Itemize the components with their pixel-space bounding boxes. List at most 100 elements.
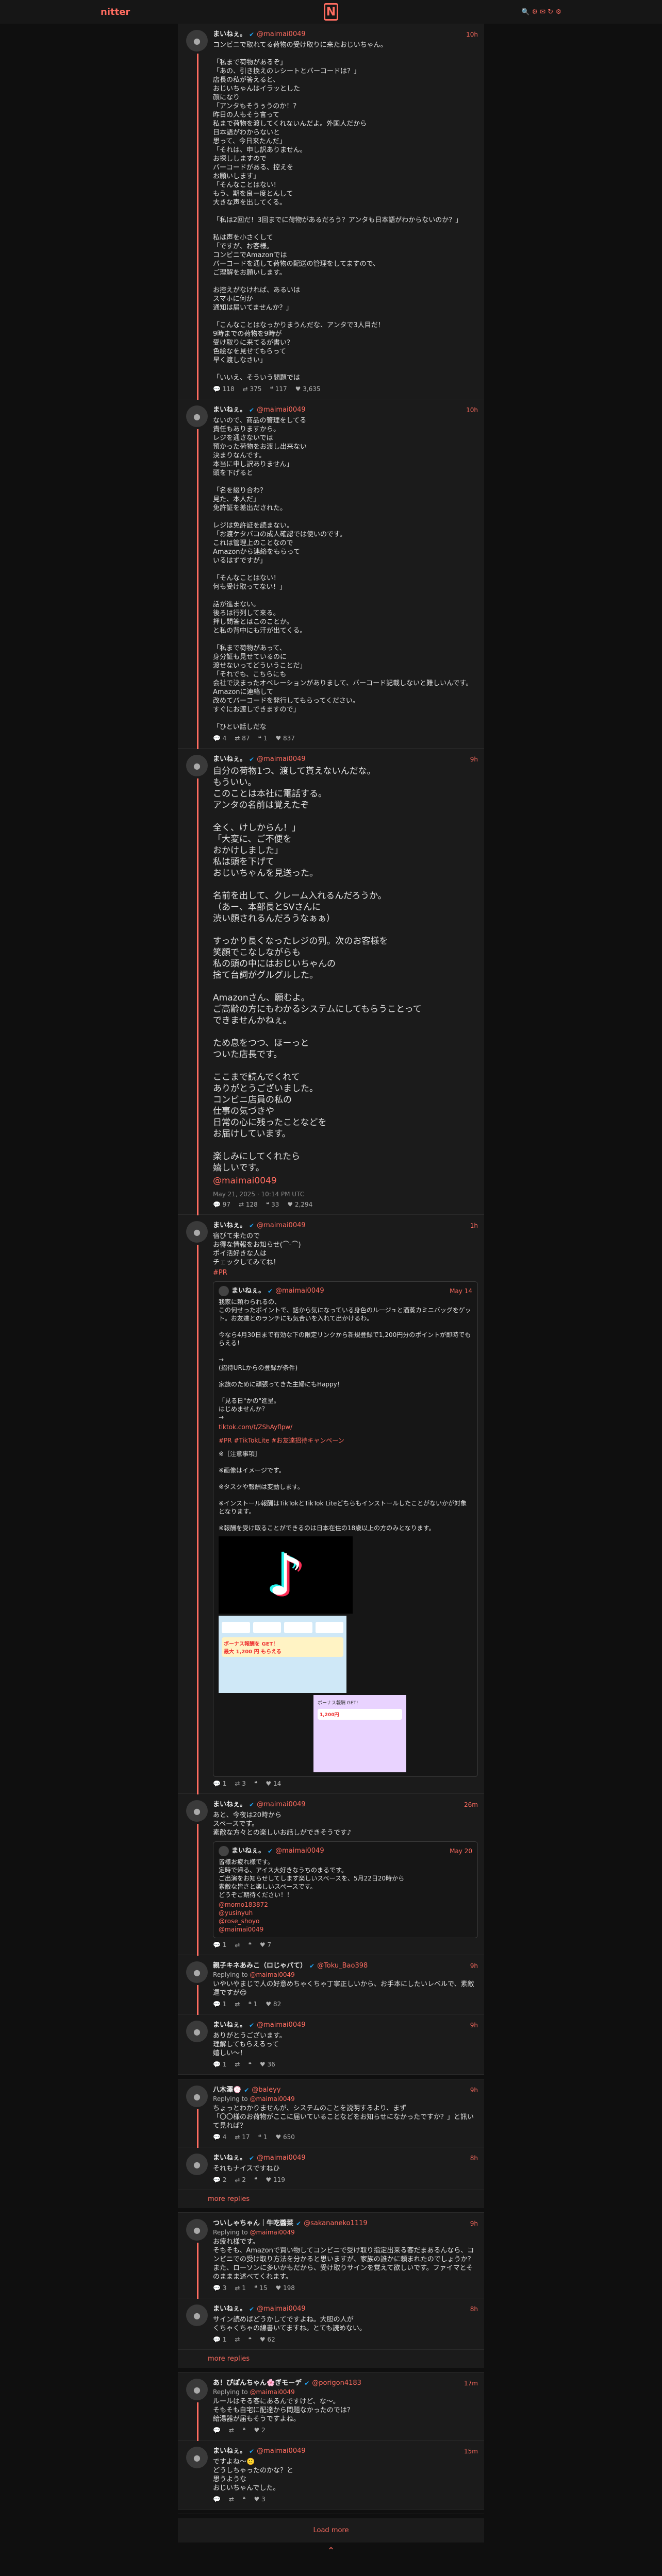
avatar[interactable]: ●	[186, 1961, 208, 1983]
tweet-time[interactable]: May 14	[450, 1286, 472, 1296]
stat-item[interactable]: ❝ 33	[266, 1201, 279, 1208]
stat-item[interactable]: ♥ 2	[254, 2427, 265, 2434]
replying-to-link[interactable]: @maimai0049	[250, 2388, 294, 2396]
display-name[interactable]: まいねぇ。	[213, 755, 246, 764]
tweet-time[interactable]: 9h	[470, 1961, 478, 1971]
stat-item[interactable]: ❝	[248, 2061, 251, 2068]
tweet[interactable]: ● まいねぇ。 ✔ @maimai0049 9h 自分の荷物1つ、渡して貰えないんだな。 …	[178, 749, 484, 1215]
tweet[interactable]: ● まいねぇ。 ✔ @maimai0049 1h 宿びて来たので お得な情報をお知らせ(⌒…	[178, 1215, 484, 1794]
stat-item[interactable]: ♥ 119	[266, 2176, 285, 2183]
avatar[interactable]: ●	[186, 755, 208, 776]
stat-item[interactable]: ♥ 3	[254, 2496, 265, 2503]
brand-link[interactable]: nitter	[101, 7, 130, 18]
reply-tweet[interactable]: ● あ！ぴぽんちゃん🌸ぎモーデ ✔ @porigon4183 17m Replying t…	[178, 2372, 484, 2441]
display-name[interactable]: あ！ぴぽんちゃん🌸ぎモーデ	[213, 2379, 302, 2388]
tweet-time[interactable]: 9h	[470, 2219, 478, 2228]
tweet-time[interactable]: 8h	[470, 2154, 478, 2163]
stat-item[interactable]: ♥ 7	[260, 1941, 271, 1948]
tweet[interactable]: ● まいねぇ。 ✔ @maimai0049 10h コンビニで取れてる荷物の受け取りに来た…	[178, 24, 484, 400]
stat-item[interactable]: ❝ 1	[248, 2001, 257, 2008]
stat-item[interactable]: ⇄ 375	[243, 385, 262, 393]
display-name[interactable]: まいねぇ。	[231, 1286, 265, 1296]
stat-item[interactable]: ⇄	[235, 2336, 240, 2343]
replying-to-link[interactable]: @maimai0049	[250, 2229, 294, 2236]
stat-item[interactable]: 💬	[213, 2496, 221, 2503]
display-name[interactable]: まいねぇ。	[213, 2154, 246, 2163]
stat-item[interactable]: ❝	[242, 2496, 245, 2503]
stat-item[interactable]: ♥ 837	[275, 735, 294, 742]
username[interactable]: @maimai0049	[257, 405, 306, 415]
stat-item[interactable]: ❝ 15	[254, 2284, 268, 2292]
tiktok-logo-image[interactable]: ♪	[219, 1536, 353, 1614]
more-replies-link[interactable]: more replies	[178, 2190, 484, 2212]
stat-item[interactable]: ♥ 62	[260, 2336, 275, 2343]
username[interactable]: @maimai0049	[257, 2154, 306, 2163]
tweet-time[interactable]: 10h	[466, 30, 478, 39]
display-name[interactable]: まいねぇ。	[213, 2304, 246, 2314]
avatar[interactable]: ●	[186, 2379, 208, 2400]
stat-item[interactable]: ⇄ 128	[239, 1201, 258, 1208]
tweet-date[interactable]: May 21, 2025 · 10:14 PM UTC	[213, 1191, 478, 1198]
replying-to-link[interactable]: @maimai0049	[250, 1971, 294, 1978]
stat-item[interactable]: ⇄ 2	[235, 2176, 246, 2183]
tweet[interactable]: ● まいねぇ。 ✔ @maimai0049 10h ないので、商品の管理をしてる 責任もあ…	[178, 399, 484, 749]
replying-to-link[interactable]: @maimai0049	[250, 2095, 294, 2103]
mention-links[interactable]: @momo183872 @yusinyuh @rose_shoyo @maima…	[219, 1901, 472, 1934]
hashtag-link[interactable]: #PR	[213, 1268, 478, 1277]
quoted-tweet[interactable]: まいねぇ。 ✔ @maimai0049 May 20 皆様お疲れ様です。 定時で帰る、ア…	[213, 1841, 478, 1938]
stat-item[interactable]: ❝ 1	[258, 2133, 268, 2141]
tweet-time[interactable]: 26m	[464, 1800, 478, 1809]
username[interactable]: @maimai0049	[275, 1286, 324, 1296]
display-name[interactable]: まいねぇ。	[213, 2447, 246, 2456]
display-name[interactable]: まいねぇ。	[213, 1221, 246, 1230]
username[interactable]: @baleyy	[252, 2086, 280, 2095]
stat-item[interactable]: ⇄ 3	[235, 1780, 246, 1787]
load-more-button[interactable]: Load more	[178, 2518, 484, 2543]
username[interactable]: @maimai0049	[257, 755, 306, 764]
tweet-time[interactable]: 9h	[470, 2021, 478, 2030]
stat-item[interactable]: 💬 3	[213, 2284, 226, 2292]
avatar[interactable]: ●	[186, 2447, 208, 2468]
reply-tweet[interactable]: ● まいねぇ。 ✔ @maimai0049 9h ありがとうございます。 理解してもらえる…	[178, 2014, 484, 2075]
avatar[interactable]: ●	[186, 405, 208, 427]
reply-tweet[interactable]: ● まいねぇ。 ✔ @maimai0049 15m ですよね〜🙂 どうしちゃったのかな？と…	[178, 2441, 484, 2510]
tweet-time[interactable]: 9h	[470, 2086, 478, 2095]
tweet-time[interactable]: 8h	[470, 2304, 478, 2314]
stat-item[interactable]: 💬 97	[213, 1201, 230, 1208]
username[interactable]: @Toku_Bao398	[317, 1961, 368, 1971]
stat-item[interactable]: 💬 118	[213, 385, 235, 393]
avatar[interactable]: ●	[186, 2304, 208, 2326]
stat-item[interactable]: ⇄ 17	[235, 2133, 250, 2141]
stat-item[interactable]: ❝	[242, 2427, 245, 2434]
stat-item[interactable]: ⇄	[235, 2001, 240, 2008]
tweet[interactable]: ● まいねぇ。 ✔ @maimai0049 26m あと、今夜は20時から スペースです。…	[178, 1794, 484, 1956]
username[interactable]: @maimai0049	[257, 1800, 306, 1809]
username[interactable]: @porigon4183	[312, 2379, 361, 2388]
tweet-time[interactable]: May 20	[450, 1846, 472, 1856]
display-name[interactable]: 親子キネあみこ（ロじゃパて）	[213, 1961, 307, 1971]
stat-item[interactable]: ⇄	[235, 2061, 240, 2068]
stat-item[interactable]: 💬 1	[213, 2001, 226, 2008]
username[interactable]: @maimai0049	[257, 2304, 306, 2314]
more-replies-link[interactable]: more replies	[178, 2350, 484, 2372]
scroll-top-icon[interactable]: ⌃	[0, 2543, 662, 2562]
stat-item[interactable]: ♥ 36	[260, 2061, 275, 2068]
stat-item[interactable]: ⇄	[229, 2496, 234, 2503]
stat-item[interactable]: 💬 2	[213, 2176, 226, 2183]
stat-item[interactable]: 💬 4	[213, 735, 226, 742]
display-name[interactable]: 八木澤💮	[213, 2086, 241, 2095]
avatar[interactable]: ●	[186, 2021, 208, 2042]
stat-item[interactable]: 💬 1	[213, 1941, 226, 1948]
bonus-image-2[interactable]: ボーナス報酬 GET! 1,200円	[313, 1695, 406, 1772]
tweet-time[interactable]: 9h	[470, 755, 478, 764]
stat-item[interactable]: ⇄	[229, 2427, 234, 2434]
stat-item[interactable]: ♥ 650	[275, 2133, 294, 2141]
stat-item[interactable]: ❝ 1	[258, 735, 268, 742]
username[interactable]: @maimai0049	[257, 2021, 306, 2030]
display-name[interactable]: ついしゃちゃん｜牛吃醬菜	[213, 2219, 293, 2228]
username[interactable]: @sakananeko1119	[304, 2219, 368, 2228]
bonus-image[interactable]: ボーナス報酬を GET！ 最大 1,200 円 もらえる	[219, 1616, 346, 1693]
avatar[interactable]: ●	[186, 30, 208, 52]
avatar[interactable]: ●	[186, 2154, 208, 2175]
stat-item[interactable]: ❝	[248, 1941, 251, 1948]
